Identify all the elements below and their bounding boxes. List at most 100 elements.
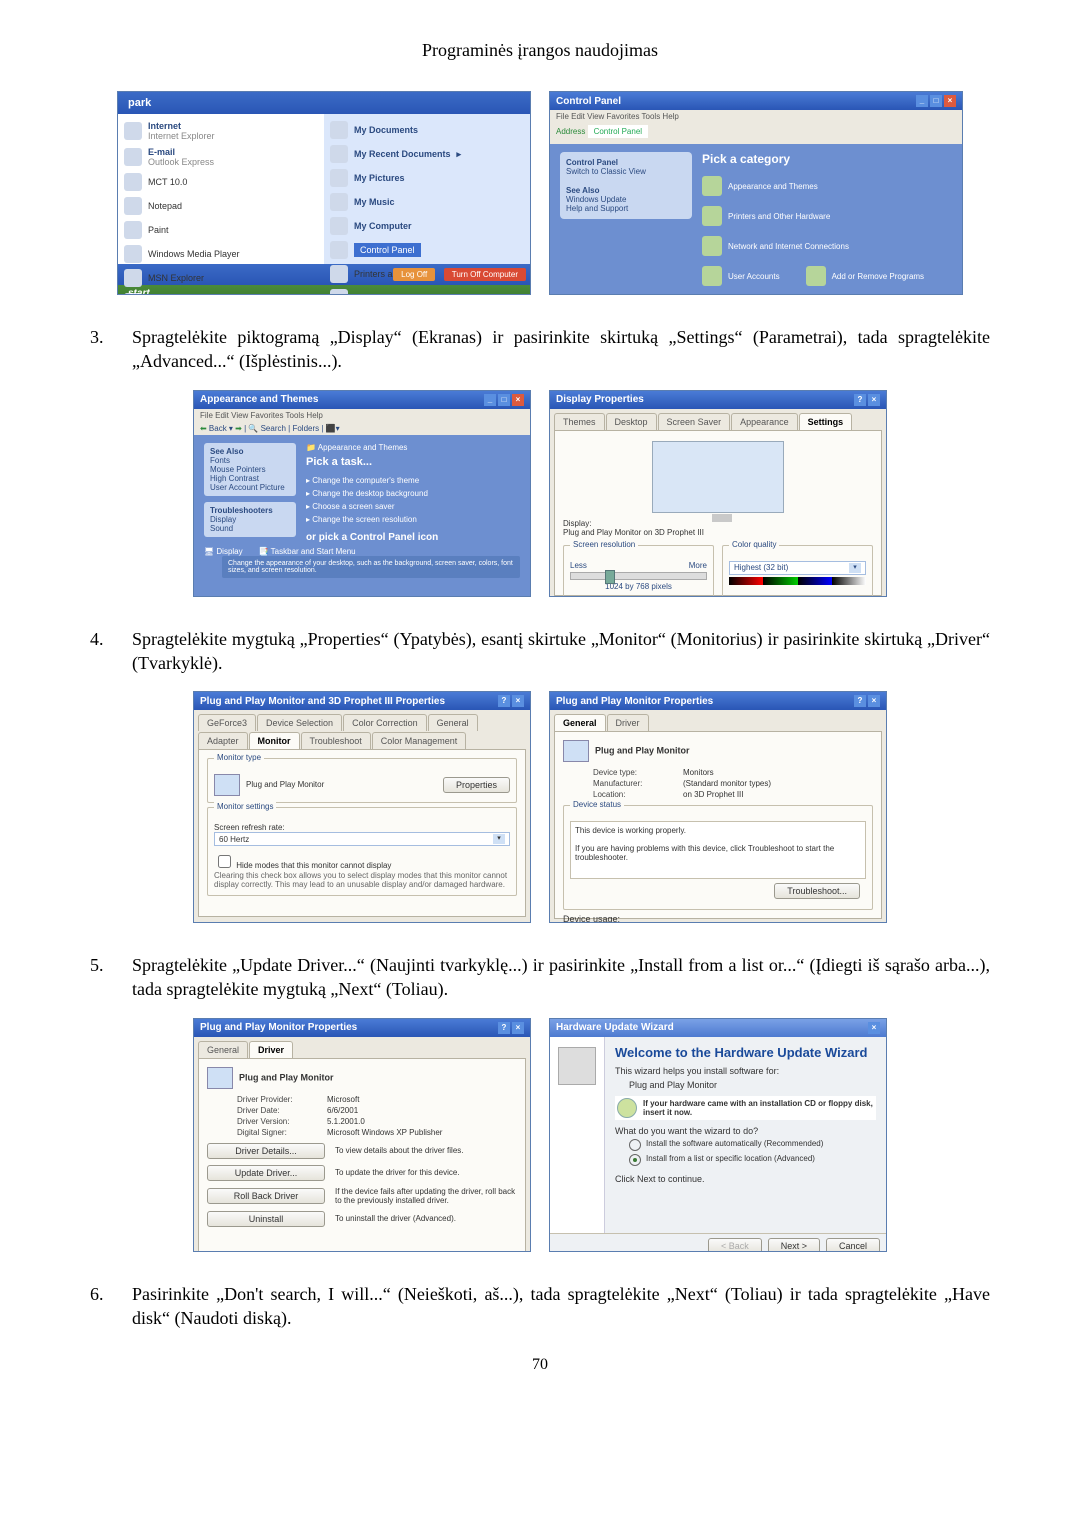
cp2-seealso-1[interactable]: Fonts	[210, 456, 230, 465]
page-header: Programinės įrangos naudojimas	[90, 40, 990, 61]
cp2-icon-display[interactable]: 🖥 Display	[204, 547, 243, 556]
sm-wmp[interactable]: Windows Media Player	[124, 242, 318, 266]
tab-colormgmt[interactable]: Color Management	[372, 732, 467, 749]
sm-control-panel[interactable]: Control Panel	[330, 238, 524, 262]
close-icon[interactable]: ×	[512, 1022, 524, 1034]
window-controls[interactable]: ?×	[852, 394, 880, 406]
window-controls[interactable]: ?×	[852, 695, 880, 707]
sm-pictures[interactable]: My Pictures	[330, 166, 524, 190]
cp2-seealso-4[interactable]: User Account Picture	[210, 483, 285, 492]
properties-button[interactable]: Properties	[443, 777, 510, 793]
sm-help[interactable]: Help and Support	[330, 286, 524, 295]
refresh-rate-select[interactable]: 60 Hertz▾	[214, 832, 510, 846]
maximize-icon[interactable]: □	[930, 95, 942, 107]
cp2-seealso-3[interactable]: High Contrast	[210, 474, 259, 483]
sm-mycomputer-label: My Computer	[354, 221, 412, 231]
close-icon[interactable]: ×	[868, 394, 880, 406]
tab-device-sel[interactable]: Device Selection	[257, 714, 342, 731]
cp-seealso-2[interactable]: Help and Support	[566, 204, 686, 213]
sm-mydocs[interactable]: My Documents	[330, 118, 524, 142]
cp-sidebar: Control Panel Switch to Classic View See…	[560, 152, 692, 219]
cp-cat-programs[interactable]: Add or Remove Programs	[806, 266, 924, 286]
tab-driver[interactable]: Driver	[249, 1041, 293, 1058]
drv-tabs: General Driver	[194, 1037, 530, 1058]
cp-cat-appearance[interactable]: Appearance and Themes	[702, 176, 818, 196]
close-icon[interactable]: ×	[868, 1022, 880, 1034]
tab-settings[interactable]: Settings	[799, 413, 853, 430]
close-icon[interactable]: ×	[512, 695, 524, 707]
help-icon[interactable]: ?	[854, 394, 866, 406]
sm-paint[interactable]: Paint	[124, 218, 318, 242]
hide-modes-checkbox[interactable]	[218, 855, 231, 868]
resolution-slider[interactable]	[570, 572, 707, 580]
close-icon[interactable]: ×	[868, 695, 880, 707]
sm-recent[interactable]: My Recent Documents▸	[330, 142, 524, 166]
tab-color-corr[interactable]: Color Correction	[343, 714, 427, 731]
close-icon[interactable]: ×	[512, 394, 524, 406]
color-quality-select[interactable]: Highest (32 bit)▾	[729, 561, 866, 575]
close-icon[interactable]: ×	[944, 95, 956, 107]
next-button[interactable]: Next >	[768, 1238, 820, 1252]
cp-cat-users[interactable]: User Accounts	[702, 266, 780, 286]
sm-notepad[interactable]: Notepad	[124, 194, 318, 218]
wiz-radio-auto[interactable]: Install the software automatically (Reco…	[629, 1139, 876, 1151]
tab-general[interactable]: General	[554, 714, 606, 731]
cancel-button[interactable]: Cancel	[826, 1238, 880, 1252]
window-controls[interactable]: ×	[866, 1022, 880, 1034]
minimize-icon[interactable]: _	[916, 95, 928, 107]
wiz-radio-list[interactable]: Install from a list or specific location…	[629, 1154, 876, 1166]
tab-themes[interactable]: Themes	[554, 413, 605, 430]
window-controls[interactable]: _□×	[914, 95, 956, 107]
tab-monitor[interactable]: Monitor	[249, 732, 300, 749]
tab-adapter[interactable]: Adapter	[198, 732, 248, 749]
rollback-driver-button[interactable]: Roll Back Driver	[207, 1188, 325, 1204]
tab-appearance[interactable]: Appearance	[731, 413, 798, 430]
tab-troubleshoot[interactable]: Troubleshoot	[301, 732, 371, 749]
cp2-seealso-2[interactable]: Mouse Pointers	[210, 465, 266, 474]
pnp-driver-figure: Plug and Play Monitor Properties ?× Gene…	[193, 1018, 531, 1252]
sm-internet[interactable]: Internet Internet Explorer	[124, 118, 318, 144]
tab-general[interactable]: General	[428, 714, 478, 731]
window-controls[interactable]: ?×	[496, 1022, 524, 1034]
cp-cat-printers[interactable]: Printers and Other Hardware	[702, 206, 830, 226]
tab-desktop[interactable]: Desktop	[606, 413, 657, 430]
maximize-icon[interactable]: □	[498, 394, 510, 406]
help-icon[interactable]: ?	[498, 1022, 510, 1034]
cp2-icon-taskbar[interactable]: 📑 Taskbar and Start Menu	[259, 547, 356, 556]
step-3: 3. Spragtelėkite piktogramą „Display“ (E…	[90, 325, 990, 374]
sm-mct[interactable]: MCT 10.0	[124, 170, 318, 194]
logoff-button[interactable]: Log Off	[393, 268, 435, 281]
cp2-address-bar[interactable]: ⬅ Back ▾ ➡ | 🔍 Search | Folders | ⬛▾	[194, 422, 530, 435]
driver-details-button[interactable]: Driver Details...	[207, 1143, 325, 1159]
drv-update-desc: To update the driver for this device.	[335, 1168, 517, 1177]
sm-mycomputer[interactable]: My Computer	[330, 214, 524, 238]
turnoff-button[interactable]: Turn Off Computer	[444, 268, 526, 281]
update-driver-button[interactable]: Update Driver...	[207, 1165, 325, 1181]
dp-res-more: More	[689, 561, 707, 570]
wiz-cd-text: If your hardware came with an installati…	[643, 1099, 874, 1117]
cp2-ts-2[interactable]: Sound	[210, 524, 233, 533]
sm-music[interactable]: My Music	[330, 190, 524, 214]
tab-general[interactable]: General	[198, 1041, 248, 1058]
help-icon[interactable]: ?	[854, 695, 866, 707]
troubleshoot-button[interactable]: Troubleshoot...	[774, 883, 860, 899]
cp2-titlebar: Appearance and Themes _□×	[194, 391, 530, 409]
cp2-ts-1[interactable]: Display	[210, 515, 236, 524]
back-button[interactable]: < Back	[708, 1238, 762, 1252]
window-controls[interactable]: _□×	[482, 394, 524, 406]
cpanel-icon	[330, 241, 348, 259]
tab-geforce[interactable]: GeForce3	[198, 714, 256, 731]
help-icon[interactable]: ?	[498, 695, 510, 707]
mon-titlebar: Plug and Play Monitor and 3D Prophet III…	[194, 692, 530, 710]
tab-screensaver[interactable]: Screen Saver	[658, 413, 731, 430]
minimize-icon[interactable]: _	[484, 394, 496, 406]
cp-switch-view[interactable]: Switch to Classic View	[566, 167, 646, 176]
cp-seealso-1[interactable]: Windows Update	[566, 195, 686, 204]
cp-cat-network[interactable]: Network and Internet Connections	[702, 236, 849, 256]
cp-address-bar[interactable]: Address Control Panel	[550, 123, 962, 144]
tab-driver[interactable]: Driver	[607, 714, 649, 731]
sm-email[interactable]: E-mail Outlook Express	[124, 144, 318, 170]
window-controls[interactable]: ?×	[496, 695, 524, 707]
sm-msn[interactable]: MSN Explorer	[124, 266, 318, 290]
uninstall-button[interactable]: Uninstall	[207, 1211, 325, 1227]
